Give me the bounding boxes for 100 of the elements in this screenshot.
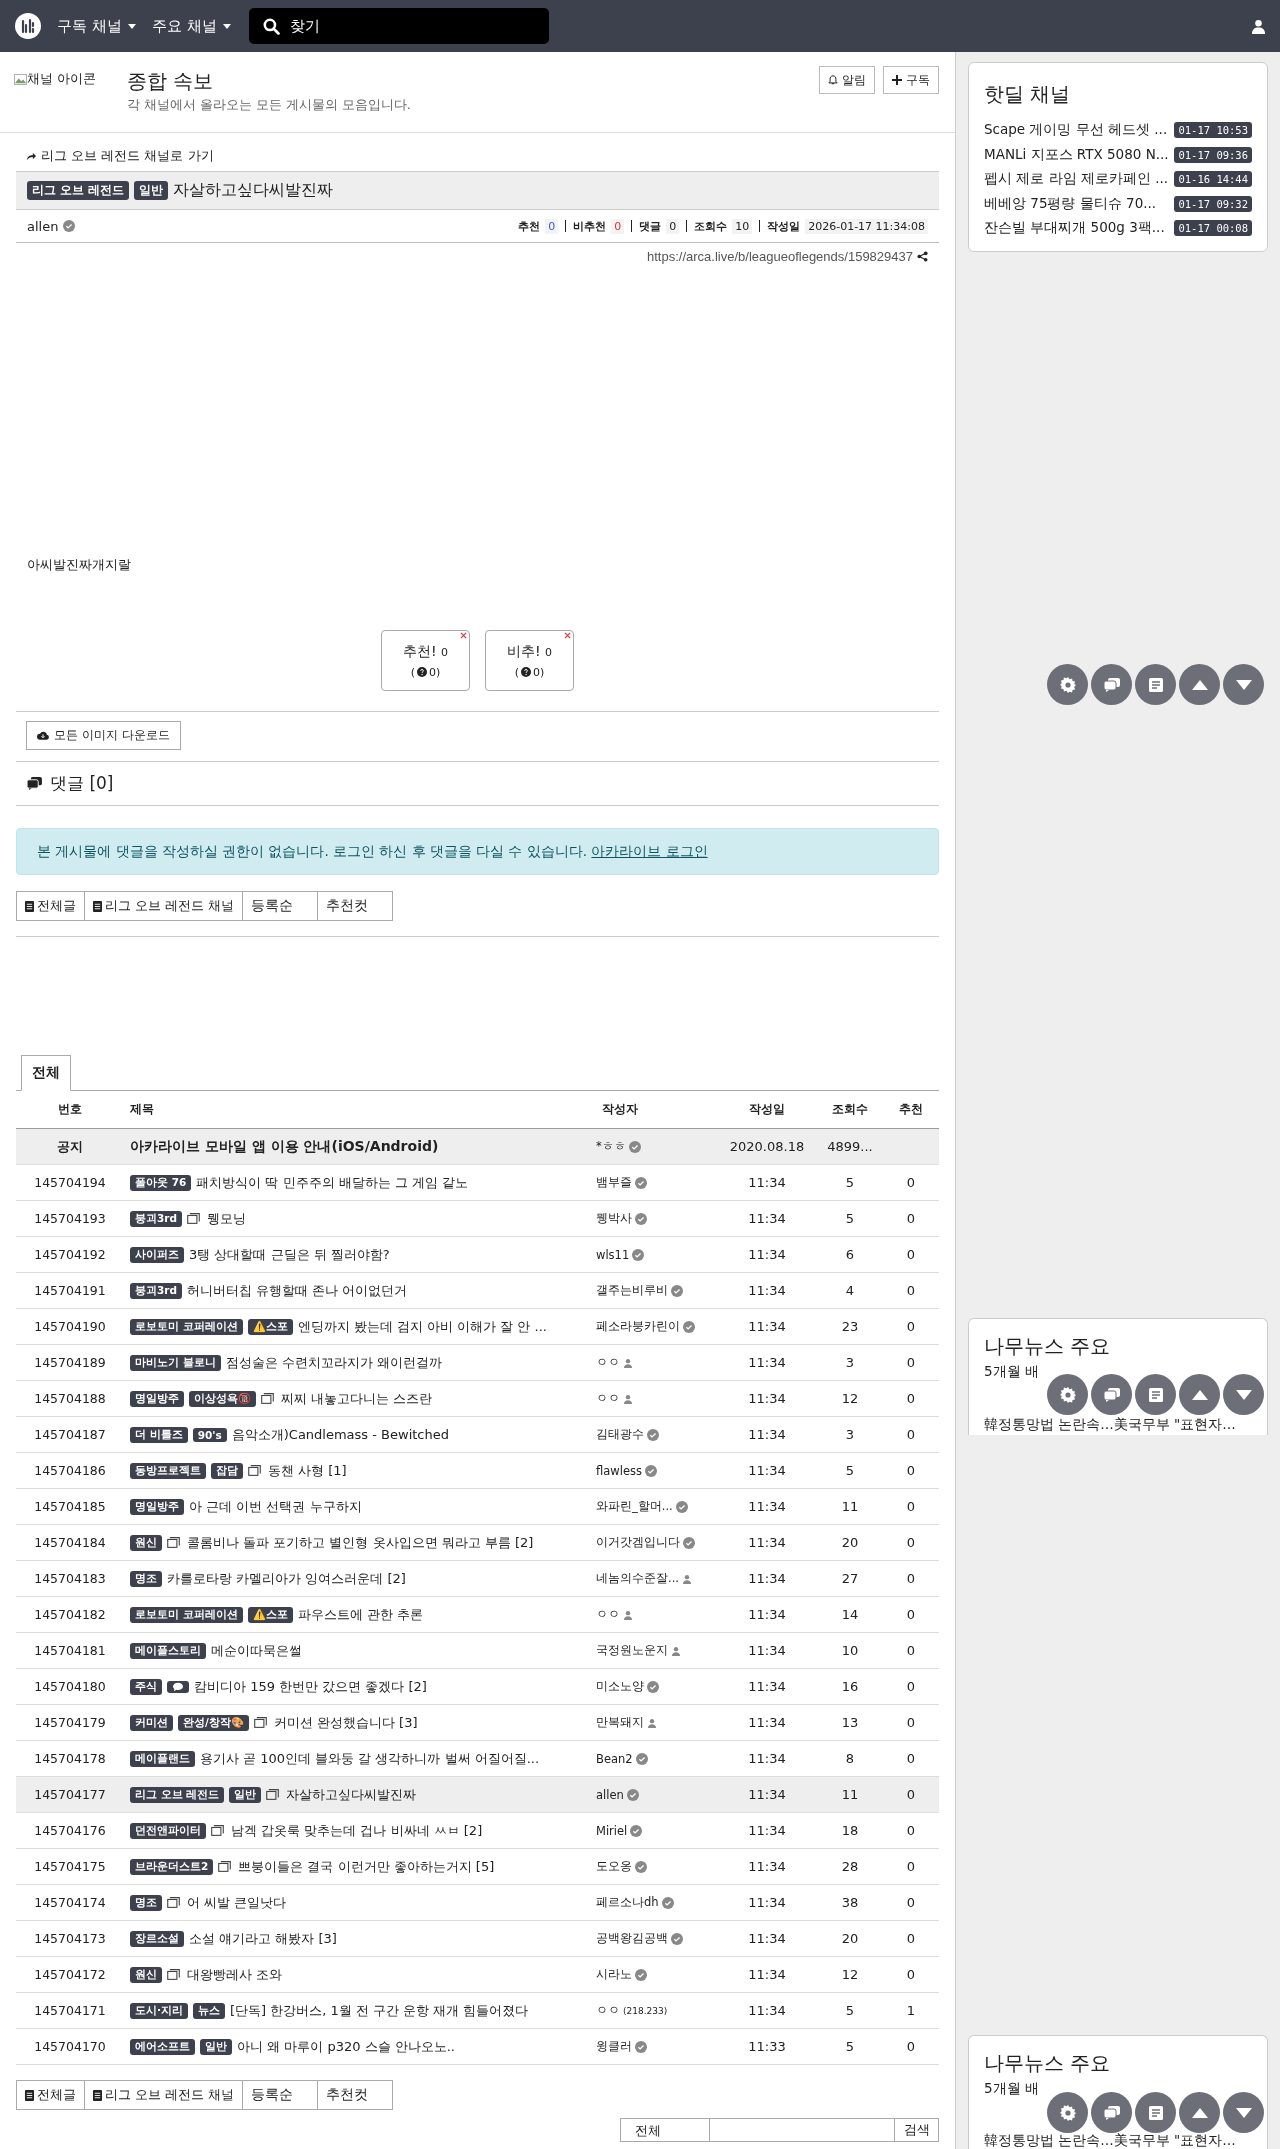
author-name: 네놈의수준잘... — [596, 1571, 679, 1586]
post-title: 아니 왜 마루이 p320 스슬 안나오노.. — [237, 2037, 455, 2056]
vote-button[interactable]: 비추! 0 ( 0) — [485, 630, 574, 691]
login-link[interactable]: 아카라이브 로그인 — [591, 842, 708, 859]
post-row[interactable]: 145704182 로보토미 코퍼레이션 ⚠스포 파우스트에 관한 추론 ㅇㅇ 11:34 14 0 — [16, 1597, 939, 1633]
post-row[interactable]: 145704176 던전앤파이터 남겍 갑옷룩 맞추는데 겁나 비싸네 ㅆㅂ [2] Miriel 11:34 18 0 — [16, 1813, 939, 1849]
post-number: 145704181 — [33, 1643, 107, 1658]
category-badge: 원신 — [130, 1966, 162, 1983]
category-badge: 로보토미 코퍼레이션 — [130, 1606, 243, 1623]
user-icon — [623, 1357, 633, 1368]
image-icon — [218, 1861, 232, 1872]
post-row[interactable]: 145704187 더 비틀즈 90's 음악소개)Candlemass - Bewitched 김태광수 11:34 3 0 — [16, 1417, 939, 1453]
back-link[interactable]: 리그 오브 레전드 채널로 가기 — [16, 133, 939, 171]
nav-menu[interactable]: 구독 채널 — [49, 16, 144, 36]
nav-menu[interactable]: 주요 채널 — [143, 16, 239, 36]
filter-tab[interactable]: 등록순 — [241, 891, 318, 921]
logo-icon[interactable] — [15, 13, 41, 39]
post-url: https://arca.live/b/leagueoflegends/159829437 — [647, 249, 913, 264]
post-title: 자살하고싶다씨발진짜 — [286, 1785, 417, 1804]
post-row[interactable]: 145704194 폴아웃 76 패치방식이 딱 민주주의 배달하는 그 게임 같노 뱀부즐 11:34 5 0 — [16, 1165, 939, 1201]
category-badge: 주식 — [130, 1678, 162, 1695]
post-row[interactable]: 145704193 붕괴3rd 뮁모닝 뮁박사 11:34 5 0 — [16, 1201, 939, 1237]
channel-title: 종합 속보 — [127, 68, 215, 95]
category-badge: 도시·지리 — [130, 2002, 188, 2019]
post-row[interactable]: 145704175 브라운더스트2 쁘붕이들은 결국 이런거만 좋아하는거지 [5] 도오옹 11:34 28 0 — [16, 1849, 939, 1885]
view-count: 10 — [840, 1643, 860, 1658]
post-row[interactable]: 145704190 로보토미 코퍼레이션 ⚠스포 엔딩까지 봤는데 검지 아비 이해가 잘 안 ... 페소라붕카린이 11:34 23 0 — [16, 1309, 939, 1345]
view-count: 20 — [840, 1535, 860, 1550]
post-row[interactable]: 145704192 사이퍼즈 3탱 상대할때 근딜은 뒤 찔러야함? wls11 11:34 6 0 — [16, 1237, 939, 1273]
stat-value: 0 — [545, 218, 559, 234]
author-name: Bean2 — [596, 1751, 633, 1766]
post-row[interactable]: 145704177 리그 오브 레전드 일반 자살하고싶다씨발진짜 allen 11:34 11 0 — [16, 1777, 939, 1813]
news-link[interactable]: 韓정통망법 논란속…美국무부 "표현자… — [984, 1415, 1236, 1433]
document-icon — [1148, 677, 1163, 692]
post-number: 145704190 — [33, 1319, 107, 1334]
news-link[interactable]: 5개월 배 — [984, 1362, 1039, 1380]
post-row[interactable]: 145704174 명조 어 씨발 큰일낫다 페르소나dh 11:34 38 0 — [16, 1885, 939, 1921]
post-row[interactable]: 145704179 커미션 완성/창작🎨 커미션 완성했습니다 [3] 만복돼지 11:34 13 0 — [16, 1705, 939, 1741]
post-number: 145704188 — [33, 1391, 107, 1406]
image-icon — [261, 1393, 274, 1404]
post-row[interactable]: 145704170 에어소프트 일반 아니 왜 마루이 p320 스슬 안나오노.. 윙클러 11:33 5 0 — [16, 2029, 939, 2065]
filter-tab[interactable]: 추천컷 — [316, 2080, 393, 2110]
download-button[interactable]: 모든 이미지 다운로드 — [26, 721, 181, 750]
post-row[interactable]: 145704191 붕괴3rd 허니버터칩 유행할때 존나 어이없던거 갤주는비루비 11:34 4 0 — [16, 1273, 939, 1309]
filter-tab[interactable]: 전체글 — [16, 2080, 85, 2110]
deal-link[interactable]: MANLi 지포스 RTX 5080 N... — [984, 145, 1169, 164]
deal-link[interactable]: 잔슨빌 부대찌개 500g 3팩... — [984, 219, 1165, 238]
post-row[interactable]: 145704188 명일방주 이상성욕🔞 찌찌 내놓고다니는 스즈란 ㅇㅇ 11:34 12 0 — [16, 1381, 939, 1417]
category-badge: 리그 오브 레전드 — [130, 1786, 225, 1803]
column-header: 추천 — [898, 1102, 924, 1117]
post-row[interactable]: 145704189 마비노기 블로니 점성술은 수련치꼬라지가 왜이런걸까 ㅇㅇ 11:34 3 0 — [16, 1345, 939, 1381]
news-link[interactable]: 5개월 배 — [984, 2079, 1039, 2096]
post-row[interactable]: 145704173 장르소설 소설 얘기라고 해봤자 [3] 공백왕김공백 11:34 20 0 — [16, 1921, 939, 1957]
filter-tab[interactable]: 리그 오브 레전드 채널 — [84, 2080, 243, 2110]
share-icon[interactable] — [917, 251, 928, 262]
stat-label: 조회수 — [694, 218, 728, 234]
filter-tab[interactable]: 리그 오브 레전드 채널 — [84, 891, 243, 921]
news-link[interactable]: 韓정통망법 논란속…美국무부 "표현자… — [984, 2131, 1236, 2148]
card-title: 나무뉴스 주요 — [984, 2051, 1112, 2074]
channel-button[interactable]: 구독 — [883, 66, 939, 94]
post-title: 3탱 상대할때 근딜은 뒤 찔러야함? — [189, 1245, 390, 1264]
post-time: 11:34 — [747, 1643, 787, 1658]
post-row[interactable]: 145704172 원신 대왕빵레사 조와 시라노 11:34 12 0 — [16, 1957, 939, 1993]
post-number: 145704174 — [33, 1895, 107, 1910]
share-arrow-icon — [26, 151, 37, 161]
deal-link[interactable]: 베베앙 75평량 물티슈 70... — [984, 194, 1157, 213]
search-field[interactable] — [709, 2118, 896, 2142]
post-row[interactable]: 145704183 명조 카를로타랑 카멜리아가 잉여스러운데 [2] 네놈의수준잘... 11:34 27 0 — [16, 1561, 939, 1597]
post-row[interactable]: 145704186 동방프로젝트 잡담 동챈 사형 [1] flawless 11:34 5 0 — [16, 1453, 939, 1489]
like-count: 0 — [905, 1931, 917, 1946]
user-icon[interactable] — [1251, 18, 1266, 34]
post-time: 11:34 — [747, 1715, 787, 1730]
card-title: 핫딜 채널 — [984, 81, 1072, 108]
filter-tab[interactable]: 등록순 — [241, 2080, 318, 2110]
post-row[interactable]: 145704180 주식 캄비디아 159 한번만 갔으면 좋겠다 [2] 미소노양 11:34 16 0 — [16, 1669, 939, 1705]
board-tab[interactable]: 전체 — [21, 1055, 71, 1091]
post-row[interactable]: 145704181 메이플스토리 메순이따묵은썰 국정원노운지 11:34 10 0 — [16, 1633, 939, 1669]
view-count: 23 — [840, 1319, 860, 1334]
deal-link[interactable]: 펩시 제로 라임 제로카페인 ... — [984, 170, 1169, 189]
view-count: 3 — [844, 1355, 856, 1370]
comments-icon — [27, 777, 42, 790]
post-time: 11:34 — [747, 1247, 787, 1262]
post-number: 145704187 — [33, 1427, 107, 1442]
filter-tab[interactable]: 추천컷 — [316, 891, 393, 921]
notice-row[interactable]: 공지 아카라이브 모바일 앱 이용 안내(iOS/Android) *ㅎㅎ 2020.08.18 4899... — [16, 1129, 939, 1165]
post-number: 145704172 — [33, 1967, 107, 1982]
search-field[interactable]: 찾기 — [248, 8, 549, 44]
like-count: 0 — [905, 1391, 917, 1406]
search-scope-select[interactable]: 전체 — [620, 2118, 710, 2142]
post-row[interactable]: 145704184 원신 콜롬비나 돌파 포기하고 별인형 옷사입으면 뭐라고 부름 [2] 이거갓겜입니다 11:34 20 0 — [16, 1525, 939, 1561]
filter-tab[interactable]: 전체글 — [16, 891, 85, 921]
image-icon — [211, 1825, 224, 1836]
channel-button[interactable]: 알림 — [819, 66, 875, 94]
vote-button[interactable]: 추천! 0 ( 0) — [381, 630, 470, 691]
deal-link[interactable]: Scape 게이밍 무선 헤드셋 ... — [984, 121, 1168, 140]
post-title: 패치방식이 딱 민주주의 배달하는 그 게임 같노 — [196, 1173, 469, 1192]
document-icon — [93, 2089, 102, 2101]
post-number: 145704185 — [33, 1499, 107, 1514]
search-button[interactable]: 검색 — [895, 2118, 939, 2142]
post-row[interactable]: 145704185 명일방주 아 근데 이번 선택권 누구하지 와파린_할머... 11:34 11 0 — [16, 1489, 939, 1525]
